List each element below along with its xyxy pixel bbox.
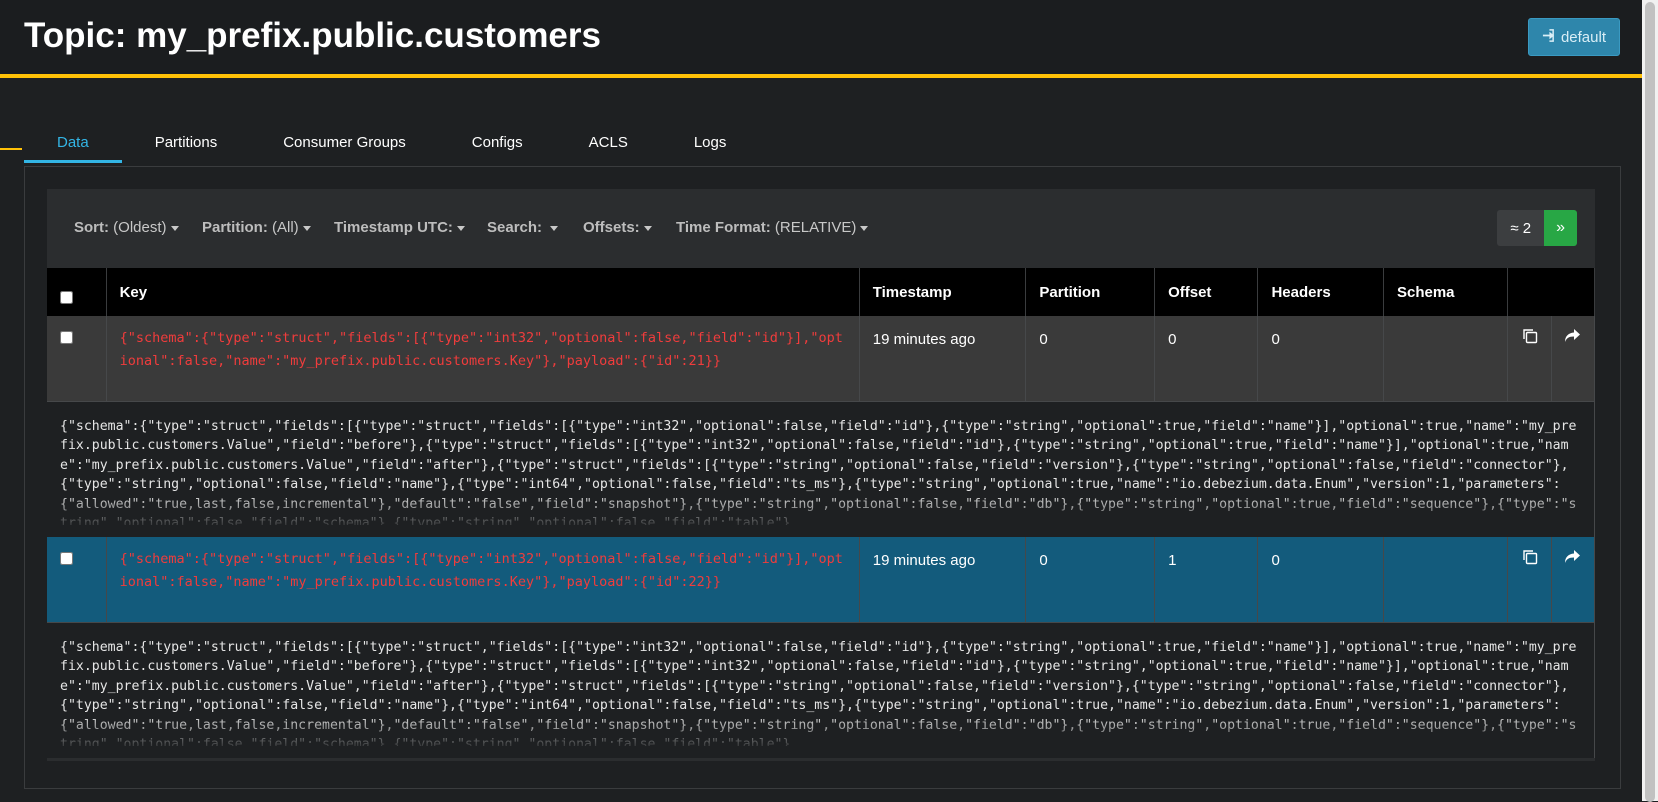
partition-value: (All) bbox=[272, 219, 299, 236]
message-value: {"schema":{"type":"struct","fields":[{"t… bbox=[60, 639, 1577, 746]
offsets-dropdown[interactable]: Offsets: bbox=[583, 219, 652, 236]
filter-toolbar: Sort: (Oldest) Partition: (All) Timestam… bbox=[47, 189, 1595, 268]
timestamp-dropdown[interactable]: Timestamp UTC: bbox=[334, 219, 465, 236]
select-all-cell bbox=[47, 268, 107, 316]
column-header-actions bbox=[1507, 268, 1595, 316]
partition-cell: 0 bbox=[1025, 316, 1156, 402]
caret-down-icon bbox=[643, 225, 652, 231]
user-button[interactable]: default bbox=[1527, 18, 1620, 56]
row-select-cell bbox=[47, 537, 107, 623]
caret-down-icon bbox=[170, 225, 179, 231]
next-page-button[interactable]: » bbox=[1544, 210, 1577, 246]
message-value-row: {"schema":{"type":"struct","fields":[{"t… bbox=[47, 401, 1595, 537]
tab-configs[interactable]: Configs bbox=[439, 121, 556, 163]
time-format-label: Time Format: bbox=[676, 219, 771, 236]
tab-partitions[interactable]: Partitions bbox=[122, 121, 251, 163]
caret-down-icon bbox=[456, 225, 465, 231]
sort-value: (Oldest) bbox=[113, 219, 167, 236]
time-format-value: (RELATIVE) bbox=[774, 219, 857, 236]
data-view: Sort: (Oldest) Partition: (All) Timestam… bbox=[47, 189, 1596, 761]
sign-in-icon bbox=[1542, 28, 1555, 46]
tab-acls[interactable]: ACLS bbox=[556, 121, 661, 163]
offsets-label: Offsets: bbox=[583, 219, 640, 236]
search-label: Search: bbox=[487, 219, 543, 236]
timestamp-label: Timestamp UTC: bbox=[334, 219, 453, 236]
copy-button[interactable] bbox=[1507, 537, 1552, 623]
message-value-row: {"schema":{"type":"struct","fields":[{"t… bbox=[47, 622, 1595, 758]
top-bar: Topic: my_prefix.public.customers defaul… bbox=[0, 0, 1642, 78]
time-format-dropdown[interactable]: Time Format: (RELATIVE) bbox=[676, 219, 869, 236]
page-scrollbar[interactable] bbox=[1642, 0, 1658, 802]
column-header-key[interactable]: Key bbox=[106, 268, 860, 316]
value-cell: {"schema":{"type":"struct","fields":[{"t… bbox=[47, 622, 1595, 758]
scrollbar-thumb[interactable] bbox=[1645, 2, 1655, 802]
caret-down-icon bbox=[860, 225, 869, 231]
headers-cell: 0 bbox=[1257, 316, 1384, 402]
column-header-schema[interactable]: Schema bbox=[1383, 268, 1509, 316]
tab-consumer-groups[interactable]: Consumer Groups bbox=[250, 121, 439, 163]
row-checkbox[interactable] bbox=[60, 552, 73, 565]
copy-icon bbox=[1508, 549, 1550, 565]
accent-divider bbox=[0, 148, 22, 150]
share-icon bbox=[1552, 328, 1594, 344]
timestamp-cell: 19 minutes ago bbox=[859, 316, 1027, 402]
copy-button[interactable] bbox=[1507, 316, 1552, 402]
partition-dropdown[interactable]: Partition: (All) bbox=[202, 219, 311, 236]
message-key: {"schema":{"type":"struct","fields":[{"t… bbox=[119, 330, 843, 369]
sort-label: Sort: bbox=[74, 219, 109, 236]
table-header-row: Key Timestamp Partition Offset Headers S… bbox=[47, 268, 1595, 316]
schema-cell bbox=[1383, 316, 1509, 402]
offset-cell: 1 bbox=[1154, 537, 1259, 623]
messages-table: Key Timestamp Partition Offset Headers S… bbox=[47, 268, 1596, 758]
tab-logs[interactable]: Logs bbox=[661, 121, 760, 163]
search-dropdown[interactable]: Search: bbox=[487, 219, 559, 236]
partition-label: Partition: bbox=[202, 219, 268, 236]
share-button[interactable] bbox=[1551, 316, 1596, 402]
table-row[interactable]: {"schema":{"type":"struct","fields":[{"t… bbox=[47, 537, 1596, 623]
pagination: ≈ 2 » bbox=[1497, 210, 1577, 246]
column-header-timestamp[interactable]: Timestamp bbox=[859, 268, 1027, 316]
key-cell: {"schema":{"type":"struct","fields":[{"t… bbox=[106, 537, 860, 623]
row-select-cell bbox=[47, 316, 107, 402]
user-button-label: default bbox=[1560, 28, 1606, 46]
share-icon bbox=[1552, 549, 1594, 565]
key-cell: {"schema":{"type":"struct","fields":[{"t… bbox=[106, 316, 860, 402]
tab-bar: Data Partitions Consumer Groups Configs … bbox=[24, 121, 759, 165]
sort-dropdown[interactable]: Sort: (Oldest) bbox=[74, 219, 179, 236]
message-key: {"schema":{"type":"struct","fields":[{"t… bbox=[119, 551, 843, 590]
row-checkbox[interactable] bbox=[60, 331, 73, 344]
value-cell: {"schema":{"type":"struct","fields":[{"t… bbox=[47, 401, 1595, 537]
table-row[interactable]: {"schema":{"type":"struct","fields":[{"t… bbox=[47, 316, 1596, 402]
partition-cell: 0 bbox=[1025, 537, 1156, 623]
column-header-headers[interactable]: Headers bbox=[1257, 268, 1384, 316]
caret-down-icon bbox=[302, 225, 311, 231]
share-button[interactable] bbox=[1551, 537, 1596, 623]
headers-cell: 0 bbox=[1257, 537, 1384, 623]
record-count: ≈ 2 bbox=[1497, 210, 1545, 246]
copy-icon bbox=[1508, 328, 1550, 344]
message-value: {"schema":{"type":"struct","fields":[{"t… bbox=[60, 418, 1577, 525]
timestamp-cell: 19 minutes ago bbox=[859, 537, 1027, 623]
page-title: Topic: my_prefix.public.customers bbox=[24, 16, 601, 55]
column-header-partition[interactable]: Partition bbox=[1025, 268, 1156, 316]
column-header-offset[interactable]: Offset bbox=[1154, 268, 1259, 316]
tab-data[interactable]: Data bbox=[24, 121, 122, 163]
caret-down-icon bbox=[550, 225, 559, 231]
select-all-checkbox[interactable] bbox=[60, 290, 73, 304]
offset-cell: 0 bbox=[1154, 316, 1259, 402]
schema-cell bbox=[1383, 537, 1509, 623]
